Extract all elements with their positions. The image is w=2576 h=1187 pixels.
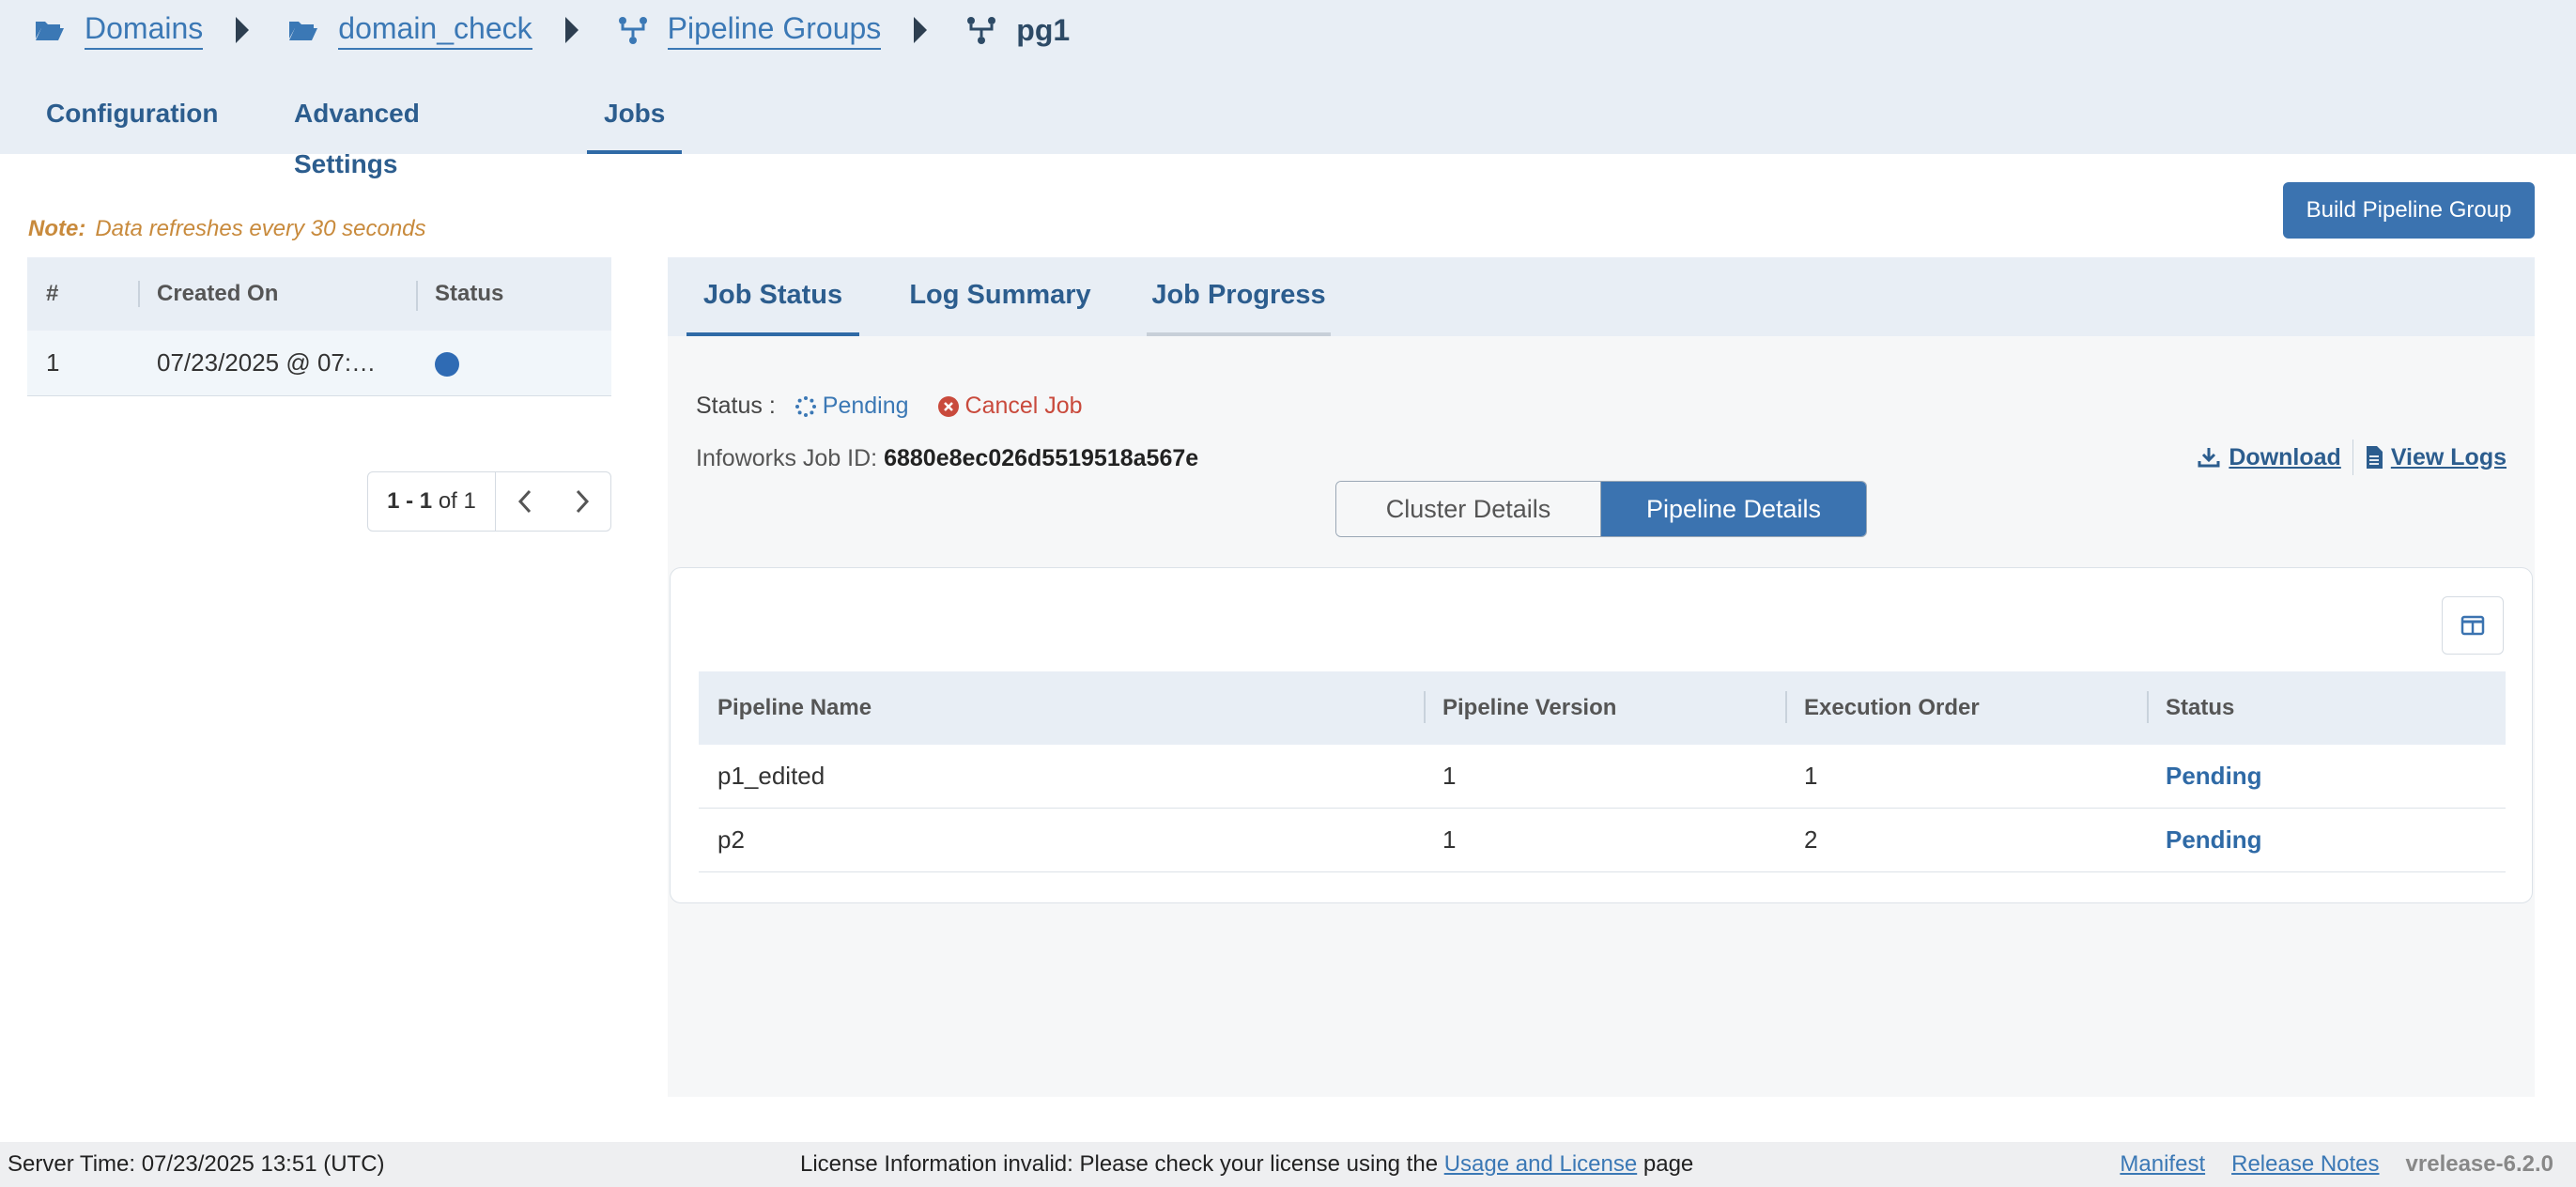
status-value: Pending xyxy=(822,393,909,419)
table-row: p1_edited 1 1 Pending xyxy=(699,745,2506,809)
server-time: Server Time: 07/23/2025 13:51 (UTC) xyxy=(8,1151,385,1177)
pipeline-details-card: Pipeline Name Pipeline Version Execution… xyxy=(670,567,2533,903)
jobs-table-header: # Created On Status xyxy=(27,257,611,331)
note-label: Note: xyxy=(28,216,86,241)
pipeline-status[interactable]: Pending xyxy=(2147,825,2506,855)
tab-advanced-settings[interactable]: Advanced Settings xyxy=(294,88,420,178)
pipeline-group-icon xyxy=(618,17,647,44)
job-id-line: Infoworks Job ID: 6880e8ec026d5519518a56… xyxy=(696,445,1198,472)
pagination-range: 1 - 1 of 1 xyxy=(368,472,496,531)
footer: Server Time: 07/23/2025 13:51 (UTC) Lice… xyxy=(0,1142,2576,1187)
file-text-icon xyxy=(2366,446,2383,469)
pipeline-version: 1 xyxy=(1442,762,1457,790)
column-header-pipeline-name[interactable]: Pipeline Name xyxy=(699,695,1424,721)
prev-page-button[interactable] xyxy=(496,472,553,531)
pipeline-status[interactable]: Pending xyxy=(2147,762,2506,791)
job-index: 1 xyxy=(46,348,60,377)
job-id-value: 6880e8ec026d5519518a567e xyxy=(884,445,1199,471)
action-divider xyxy=(2352,439,2353,475)
job-id-label: Infoworks Job ID: xyxy=(696,445,878,471)
status-label: Status : xyxy=(696,393,776,419)
license-message: License Information invalid: Please chec… xyxy=(800,1151,1693,1178)
license-prefix: License Information invalid: Please chec… xyxy=(800,1151,1439,1177)
download-button[interactable]: Download xyxy=(2197,443,2341,471)
cancel-job-label: Cancel Job xyxy=(964,393,1083,419)
folder-open-icon xyxy=(36,22,64,40)
folder-open-icon xyxy=(289,22,318,40)
view-logs-label: View Logs xyxy=(2390,443,2507,470)
pipelines-table-header: Pipeline Name Pipeline Version Execution… xyxy=(699,671,2506,745)
build-pipeline-group-button[interactable]: Build Pipeline Group xyxy=(2283,182,2535,239)
breadcrumb-link[interactable]: domain_check xyxy=(338,10,532,50)
pagination-total: 1 xyxy=(463,488,476,514)
execution-order: 2 xyxy=(1804,825,1818,854)
breadcrumb-item-domains[interactable]: Domains xyxy=(34,10,204,50)
pagination-of-label: of xyxy=(438,488,457,514)
manifest-link[interactable]: Manifest xyxy=(2120,1151,2205,1178)
note-text: Data refreshes every 30 seconds xyxy=(95,216,426,241)
usage-and-license-link[interactable]: Usage and License xyxy=(1444,1151,1637,1177)
pagination: 1 - 1 of 1 xyxy=(367,471,611,532)
pipeline-name: p2 xyxy=(717,825,745,854)
caret-right-icon xyxy=(914,17,928,43)
job-status-line: Status : Pending Cancel Job xyxy=(696,393,1083,420)
view-logs-button[interactable]: View Logs xyxy=(2365,444,2507,471)
tab-job-status[interactable]: Job Status xyxy=(686,257,859,336)
breadcrumb-item-domain-check[interactable]: domain_check xyxy=(287,10,532,50)
column-header-status[interactable]: Status xyxy=(2147,691,2506,723)
job-actions: Download View Logs xyxy=(2197,439,2507,475)
version-label: vrelease-6.2.0 xyxy=(2405,1151,2553,1177)
pipeline-group-icon xyxy=(967,17,996,44)
pagination-range-value: 1 - 1 xyxy=(387,488,433,514)
job-details-panel: Job Status Log Summary Job Progress Stat… xyxy=(668,257,2535,1097)
download-label: Download xyxy=(2229,443,2341,470)
refresh-note: Note: Data refreshes every 30 seconds xyxy=(28,216,426,242)
breadcrumb-link[interactable]: Pipeline Groups xyxy=(667,10,882,50)
details-toggle: Cluster Details Pipeline Details xyxy=(1335,481,1867,537)
pipelines-table: Pipeline Name Pipeline Version Execution… xyxy=(699,671,2506,872)
column-header-status[interactable]: Status xyxy=(416,281,611,311)
caret-right-icon xyxy=(236,17,250,43)
status-dot-icon xyxy=(435,352,459,378)
job-created-on: 07/23/2025 @ 07:… xyxy=(157,348,377,377)
column-header-execution-order[interactable]: Execution Order xyxy=(1785,691,2147,723)
column-header-pipeline-version[interactable]: Pipeline Version xyxy=(1424,691,1785,723)
chevron-left-icon xyxy=(517,489,531,514)
cancel-job-button[interactable]: Cancel Job xyxy=(937,393,1083,420)
caret-right-icon xyxy=(564,17,578,43)
table-row: p2 1 2 Pending xyxy=(699,809,2506,872)
column-header-created-on[interactable]: Created On xyxy=(138,281,416,307)
download-icon xyxy=(2198,448,2220,468)
jobs-table: # Created On Status 1 07/23/2025 @ 07:… xyxy=(27,257,611,396)
table-row[interactable]: 1 07/23/2025 @ 07:… xyxy=(27,331,611,396)
breadcrumb: Domains domain_check Pipeline Groups pg1 xyxy=(34,8,1070,53)
cluster-details-button[interactable]: Cluster Details xyxy=(1336,482,1601,536)
tab-log-summary[interactable]: Log Summary xyxy=(906,257,1094,336)
breadcrumb-item-current: pg1 xyxy=(965,12,1070,48)
pipeline-version: 1 xyxy=(1442,825,1457,854)
status-pending: Pending xyxy=(794,393,909,420)
tab-configuration[interactable]: Configuration xyxy=(46,88,219,154)
panel-tabs: Job Status Log Summary Job Progress xyxy=(668,257,2535,336)
license-suffix: page xyxy=(1643,1151,1694,1177)
footer-links: Manifest Release Notes vrelease-6.2.0 xyxy=(2120,1151,2553,1178)
breadcrumb-link[interactable]: Domains xyxy=(85,10,204,50)
breadcrumb-item-pipeline-groups[interactable]: Pipeline Groups xyxy=(617,10,882,50)
chevron-right-icon xyxy=(576,489,589,514)
pipeline-details-button[interactable]: Pipeline Details xyxy=(1601,482,1866,536)
spinner-icon xyxy=(794,395,816,417)
execution-order: 1 xyxy=(1804,762,1818,790)
page-header: Domains domain_check Pipeline Groups pg1 xyxy=(0,0,2576,178)
pipeline-name: p1_edited xyxy=(717,762,825,790)
column-settings-button[interactable] xyxy=(2442,596,2504,655)
cancel-circle-icon xyxy=(937,395,959,417)
tab-jobs[interactable]: Jobs xyxy=(586,88,683,154)
breadcrumb-current: pg1 xyxy=(1016,13,1071,47)
release-notes-link[interactable]: Release Notes xyxy=(2231,1151,2379,1178)
job-status-cell xyxy=(416,348,611,378)
columns-icon xyxy=(2460,615,2485,636)
tab-job-progress[interactable]: Job Progress xyxy=(1147,257,1331,336)
column-header-index: # xyxy=(46,281,59,306)
next-page-button[interactable] xyxy=(553,472,610,531)
